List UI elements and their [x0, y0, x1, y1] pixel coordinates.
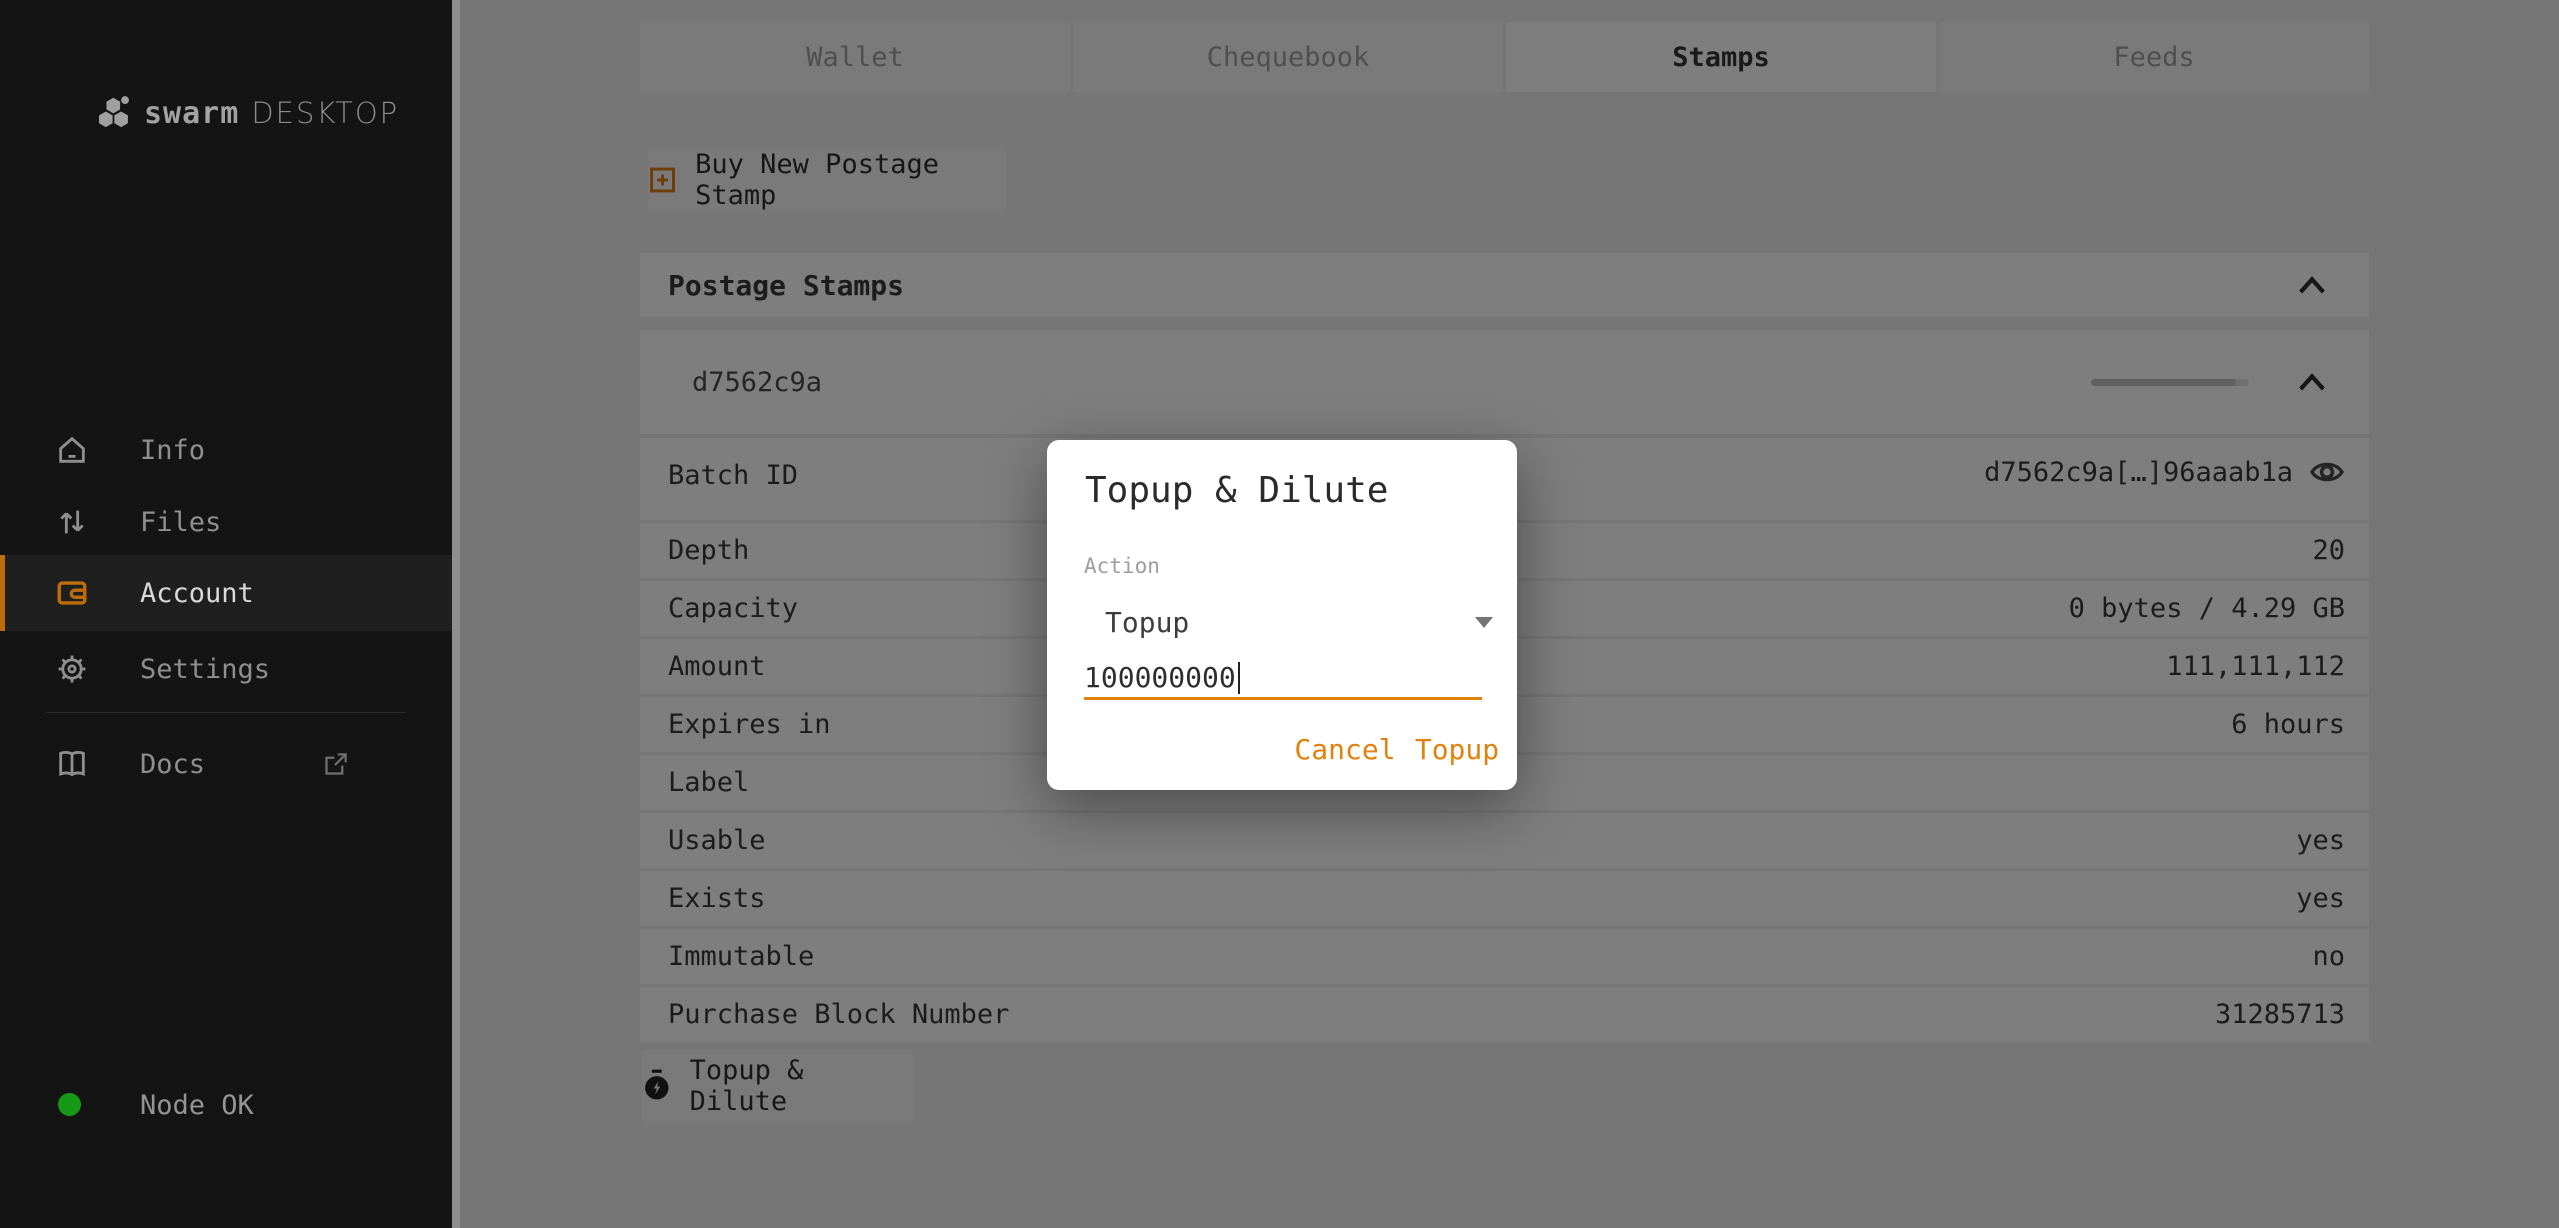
wallet-icon: [55, 576, 89, 610]
home-icon: [55, 433, 89, 467]
cancel-button-label: Cancel: [1294, 733, 1395, 766]
app-window: Wallet Chequebook Stamps Feeds Buy New P…: [0, 0, 2559, 1228]
brand-name: swarm: [144, 96, 239, 131]
vertical-scrollbar[interactable]: [452, 0, 460, 1228]
sidebar-divider: [46, 712, 406, 713]
sidebar-item-label: Files: [140, 507, 221, 538]
swarm-logo-icon: [98, 95, 132, 131]
text-cursor: [1238, 662, 1240, 694]
sidebar-item-label: Settings: [140, 654, 270, 685]
sidebar-item-settings[interactable]: Settings: [0, 631, 452, 707]
node-status-dot: [58, 1093, 81, 1116]
topup-dilute-dialog: Topup & Dilute Action Topup 100000000 Ca…: [1047, 440, 1517, 790]
sidebar-item-label: Account: [140, 578, 254, 609]
sidebar-item-info[interactable]: Info: [0, 412, 452, 488]
chevron-down-icon: [1475, 617, 1493, 628]
sidebar-item-account[interactable]: Account: [0, 555, 452, 631]
sidebar-item-label: Docs: [140, 749, 205, 780]
node-status-label: Node OK: [140, 1090, 254, 1121]
gear-icon: [55, 652, 89, 686]
sidebar-item-label: Info: [140, 435, 205, 466]
external-link-icon: [322, 751, 349, 778]
sidebar-item-docs[interactable]: Docs: [0, 726, 452, 802]
sidebar-item-files[interactable]: Files: [0, 484, 452, 560]
amount-input-value: 100000000: [1084, 661, 1236, 694]
book-icon: [55, 747, 89, 781]
confirm-topup-button[interactable]: Topup: [1412, 724, 1502, 774]
product-name: DESKTOP: [251, 96, 399, 130]
app-logo: swarm DESKTOP: [98, 95, 399, 131]
action-select-value: Topup: [1105, 606, 1189, 639]
confirm-button-label: Topup: [1415, 733, 1499, 766]
sidebar: swarm DESKTOP Info Files Account: [0, 0, 452, 1228]
amount-input[interactable]: 100000000: [1084, 658, 1482, 700]
transfer-arrows-icon: [55, 505, 89, 539]
action-select[interactable]: Topup: [1084, 600, 1505, 644]
action-field-label: Action: [1084, 554, 1160, 578]
dialog-title: Topup & Dilute: [1085, 470, 1388, 511]
cancel-button[interactable]: Cancel: [1290, 724, 1400, 774]
